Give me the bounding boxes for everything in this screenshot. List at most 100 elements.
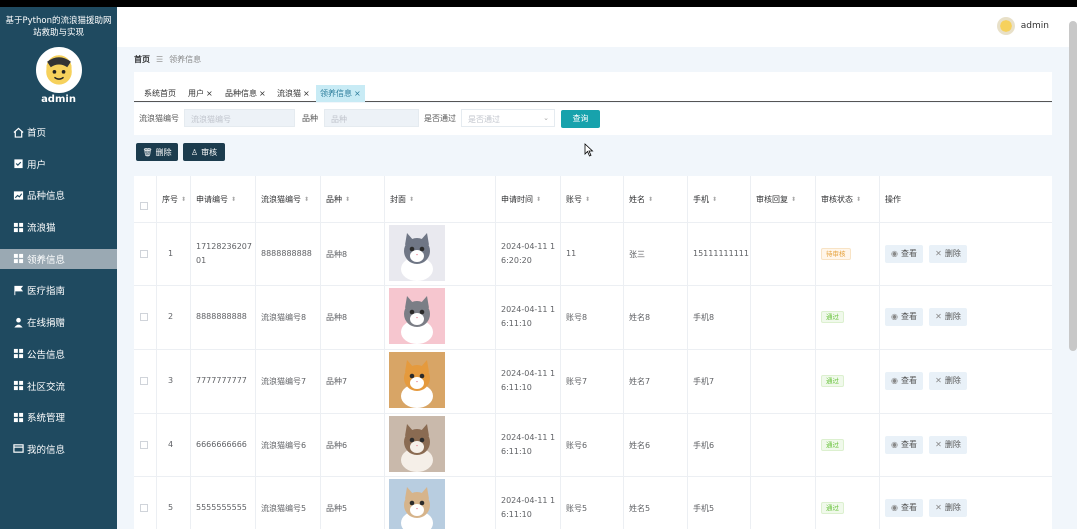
cat-cover-image[interactable] [389,288,445,344]
select-all-checkbox[interactable] [140,202,148,210]
sidebar-item-label: 社区交流 [27,381,66,393]
row-checkbox[interactable] [140,503,148,512]
delete-button[interactable]: ✕ 删除 [929,435,967,454]
person-icon [12,316,24,328]
cell-account: 账号7 [566,376,588,386]
cell-phone: 手机5 [693,503,715,513]
tab-3[interactable]: 流浪猫 × [273,85,314,102]
column-header-7[interactable]: 姓名 ⬍ [629,176,685,222]
column-header-10[interactable]: 审核状态 ⬍ [821,176,877,222]
batch-delete-button[interactable]: 🗑 删除 [136,143,178,161]
cell-breed: 品种6 [326,440,348,450]
sort-icon[interactable]: ⬍ [648,196,653,203]
grid-icon [12,253,24,265]
column-header-11[interactable]: 操作 [885,176,1045,222]
row-checkbox[interactable] [140,312,148,321]
grid-icon [12,411,24,423]
cell-phone: 手机7 [693,376,715,386]
column-header-6[interactable]: 账号 ⬍ [566,176,621,222]
column-header-8[interactable]: 手机 ⬍ [693,176,748,222]
sidebar-item-8[interactable]: 社区交流 [0,376,117,396]
sort-icon[interactable]: ⬍ [181,196,186,203]
tab-2[interactable]: 品种信息 × [221,85,270,102]
cell-breed: 品种8 [326,312,348,322]
avatar[interactable] [36,47,82,93]
column-header-9[interactable]: 审核回复 ⬍ [756,176,813,222]
grid-icon [12,348,24,360]
close-icon[interactable]: × [354,89,361,98]
sort-icon[interactable]: ⬍ [856,196,861,203]
chart-icon [12,189,24,201]
tab-0[interactable]: 系统首页 [140,85,180,102]
top-strip [0,0,1077,7]
cell-name: 姓名6 [629,440,651,450]
cell-breed: 品种5 [326,503,348,513]
view-button[interactable]: ◉ 查看 [885,498,923,517]
sidebar-item-7[interactable]: 公告信息 [0,344,117,364]
cat-cover-image[interactable] [389,479,445,529]
sidebar-item-label: 医疗指南 [27,286,66,298]
delete-button[interactable]: ✕ 删除 [929,244,967,263]
row-checkbox[interactable] [140,249,148,258]
column-header-5[interactable]: 申请时间 ⬍ [501,176,558,222]
scrollbar[interactable] [1069,21,1077,351]
header-user[interactable]: admin [996,17,1049,35]
person-outline-icon: ♙ [190,147,199,157]
sidebar-item-label: 在线捐赠 [27,318,66,330]
close-icon[interactable]: × [206,89,213,98]
sidebar-item-4[interactable]: 领养信息 [0,248,117,269]
sort-icon[interactable]: ⬍ [536,196,541,203]
sort-icon[interactable]: ⬍ [791,196,796,203]
sidebar-item-10[interactable]: 我的信息 [0,439,117,459]
tab-4[interactable]: 领养信息 × [316,85,365,102]
passed-label: 是否通过 [424,114,456,123]
view-button[interactable]: ◉ 查看 [885,371,923,390]
cat-cover-image[interactable] [389,352,445,408]
cell-cat-no: 流浪猫编号7 [261,376,307,386]
passed-select[interactable]: 是否通过 ⌄ [461,109,555,127]
table-row: 2 8888888888 流浪猫编号8 品种8 2024-04-11 1 6:11:10… [134,285,1052,348]
column-header-4[interactable]: 封面 ⬍ [390,176,493,222]
tab-label: 流浪猫 [277,89,301,98]
row-checkbox[interactable] [140,440,148,449]
breadcrumb: 首页 ☰ 领养信息 [134,54,201,65]
sort-icon[interactable]: ⬍ [585,196,590,203]
delete-button[interactable]: ✕ 删除 [929,307,967,326]
view-button[interactable]: ◉ 查看 [885,244,923,263]
close-icon[interactable]: × [303,89,310,98]
column-header-3[interactable]: 品种 ⬍ [326,176,382,222]
cell-breed: 品种7 [326,376,348,386]
cell-cat-no: 流浪猫编号8 [261,312,307,322]
sort-icon[interactable]: ⬍ [345,196,350,203]
cat-cover-image[interactable] [389,416,445,472]
column-header-1[interactable]: 申请编号 ⬍ [196,176,253,222]
sidebar-item-0[interactable]: 首页 [0,122,117,142]
cat-cover-image[interactable] [389,225,445,281]
cat-no-input[interactable]: 流浪猫编号 [184,109,295,127]
sort-icon[interactable]: ⬍ [712,196,717,203]
row-checkbox[interactable] [140,376,148,385]
sidebar-item-label: 首页 [27,128,47,139]
sort-icon[interactable]: ⬍ [304,196,309,203]
sidebar-item-3[interactable]: 流浪猫 [0,217,117,237]
sidebar-item-5[interactable]: 医疗指南 [0,280,117,300]
delete-button[interactable]: ✕ 删除 [929,498,967,517]
sidebar-item-6[interactable]: 在线捐赠 [0,312,117,332]
breed-input[interactable]: 品种 [324,109,419,127]
tab-1[interactable]: 用户 × [184,85,217,102]
sort-icon[interactable]: ⬍ [409,196,414,203]
sidebar-item-2[interactable]: 品种信息 [0,185,117,205]
delete-button[interactable]: ✕ 删除 [929,371,967,390]
query-button[interactable]: 查询 [561,110,600,128]
audit-button[interactable]: ♙ 审核 [183,143,225,161]
sort-icon[interactable]: ⬍ [231,196,236,203]
sidebar-item-1[interactable]: 用户 [0,154,117,174]
column-header-0[interactable]: 序号 ⬍ [162,176,188,222]
view-button[interactable]: ◉ 查看 [885,307,923,326]
breadcrumb-home[interactable]: 首页 [134,54,150,65]
view-button[interactable]: ◉ 查看 [885,435,923,454]
column-header-2[interactable]: 流浪猫编号 ⬍ [261,176,318,222]
close-icon[interactable]: × [259,89,266,98]
sidebar-item-9[interactable]: 系统管理 [0,407,117,427]
search-bar: 流浪猫编号 流浪猫编号 品种 品种 是否通过 是否通过 ⌄ 查询 [134,103,1052,135]
